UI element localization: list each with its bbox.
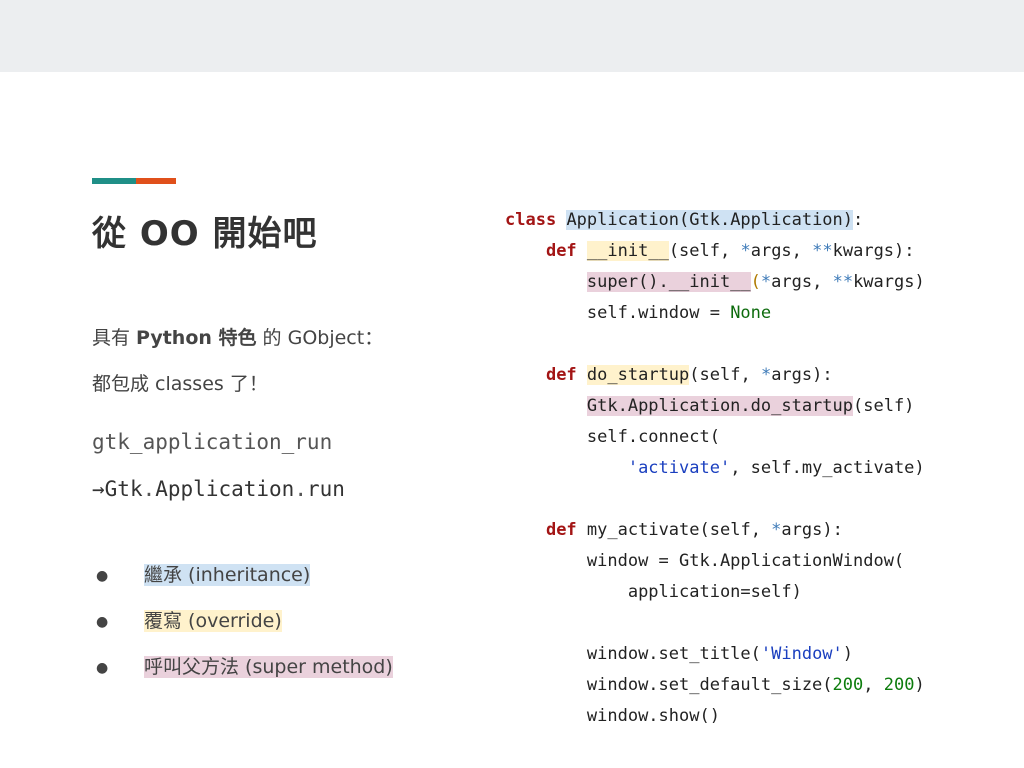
bullet-label-super: 呼叫父方法 (super method)	[144, 656, 393, 678]
description-line-2: 都包成 classes 了！	[92, 373, 268, 395]
feature-list: ● 繼承 (inheritance) ● 覆寫 (override) ● 呼叫父方法 …	[96, 560, 393, 698]
top-banner	[0, 0, 1024, 72]
c-function-name: gtk_application_run	[92, 430, 333, 454]
arrow-icon: →	[92, 477, 105, 501]
bullet-icon: ●	[96, 567, 109, 584]
bullet-label-inheritance: 繼承 (inheritance)	[144, 564, 311, 586]
class-declaration: Application(Gtk.Application)	[566, 210, 854, 230]
super-call: super().__init__	[586, 272, 751, 292]
accent-orange	[136, 178, 176, 184]
bullet-label-override: 覆寫 (override)	[144, 610, 282, 632]
bullet-icon: ●	[96, 659, 109, 676]
my-activate-method-name: my_activate	[586, 520, 700, 540]
startup-method-name: do_startup	[586, 365, 690, 385]
slide-title: 從 OO 開始吧	[92, 214, 318, 254]
list-item: ● 覆寫 (override)	[96, 606, 393, 652]
description-line-1: 具有 Python 特色 的 GObject：	[92, 327, 384, 349]
list-item: ● 繼承 (inheritance)	[96, 560, 393, 606]
list-item: ● 呼叫父方法 (super method)	[96, 652, 393, 698]
accent-teal	[92, 178, 136, 184]
code-block: class Application(Gtk.Application): def …	[505, 210, 925, 726]
bullet-icon: ●	[96, 613, 109, 630]
python-method-name: →Gtk.Application.run	[92, 477, 345, 501]
init-method-name: __init__	[586, 241, 669, 261]
parent-startup-call: Gtk.Application.do_startup	[586, 396, 853, 416]
